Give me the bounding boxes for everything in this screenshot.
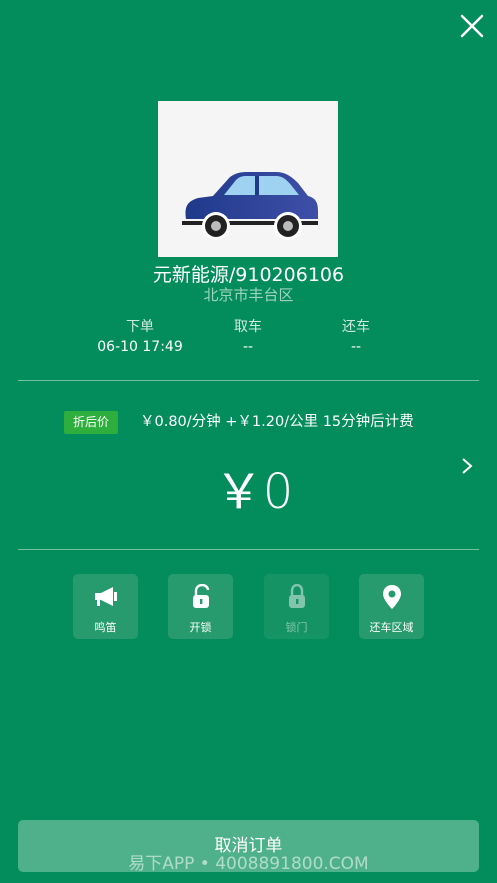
fee-amount: ￥0 (214, 464, 294, 520)
unlock-button-label: 开锁 (189, 621, 212, 634)
lock-button[interactable]: 锁门 (264, 574, 329, 639)
horn-button[interactable]: 鸣笛 (73, 574, 138, 639)
pickup-value: -- (242, 339, 254, 355)
order-time-info: 下单 06-10 17:49 (80, 318, 200, 356)
location-pin-icon (382, 585, 401, 609)
cancel-order-button[interactable]: 取消订单 (18, 820, 479, 872)
pickup-label: 取车 (234, 319, 262, 335)
return-area-button-label: 还车区域 (369, 621, 414, 634)
order-time-label: 下单 (126, 319, 154, 335)
order-time-value: 06-10 17:49 (97, 339, 183, 355)
discount-badge: 折后价 (64, 411, 118, 434)
unlock-button[interactable]: 开锁 (168, 574, 233, 639)
return-info: 还车 -- (296, 318, 416, 356)
car-location: 北京市丰台区 (203, 286, 294, 304)
pickup-info: 取车 -- (188, 318, 308, 356)
unlock-icon (192, 584, 209, 608)
chevron-right-icon[interactable] (460, 456, 474, 476)
return-value: -- (350, 339, 362, 355)
divider (18, 549, 479, 550)
return-label: 还车 (342, 319, 370, 335)
horn-button-label: 鸣笛 (94, 621, 117, 634)
lock-button-label: 锁门 (285, 621, 308, 634)
return-area-button[interactable]: 还车区域 (359, 574, 424, 639)
horn-icon (94, 587, 117, 606)
lock-icon (288, 584, 305, 608)
close-icon[interactable] (458, 12, 486, 40)
price-rule: ￥0.80/分钟 +￥1.20/公里 15分钟后计费 (140, 414, 414, 430)
divider (18, 380, 479, 381)
car-image (158, 101, 338, 257)
car-title: 元新能源/910206106 (152, 264, 345, 286)
